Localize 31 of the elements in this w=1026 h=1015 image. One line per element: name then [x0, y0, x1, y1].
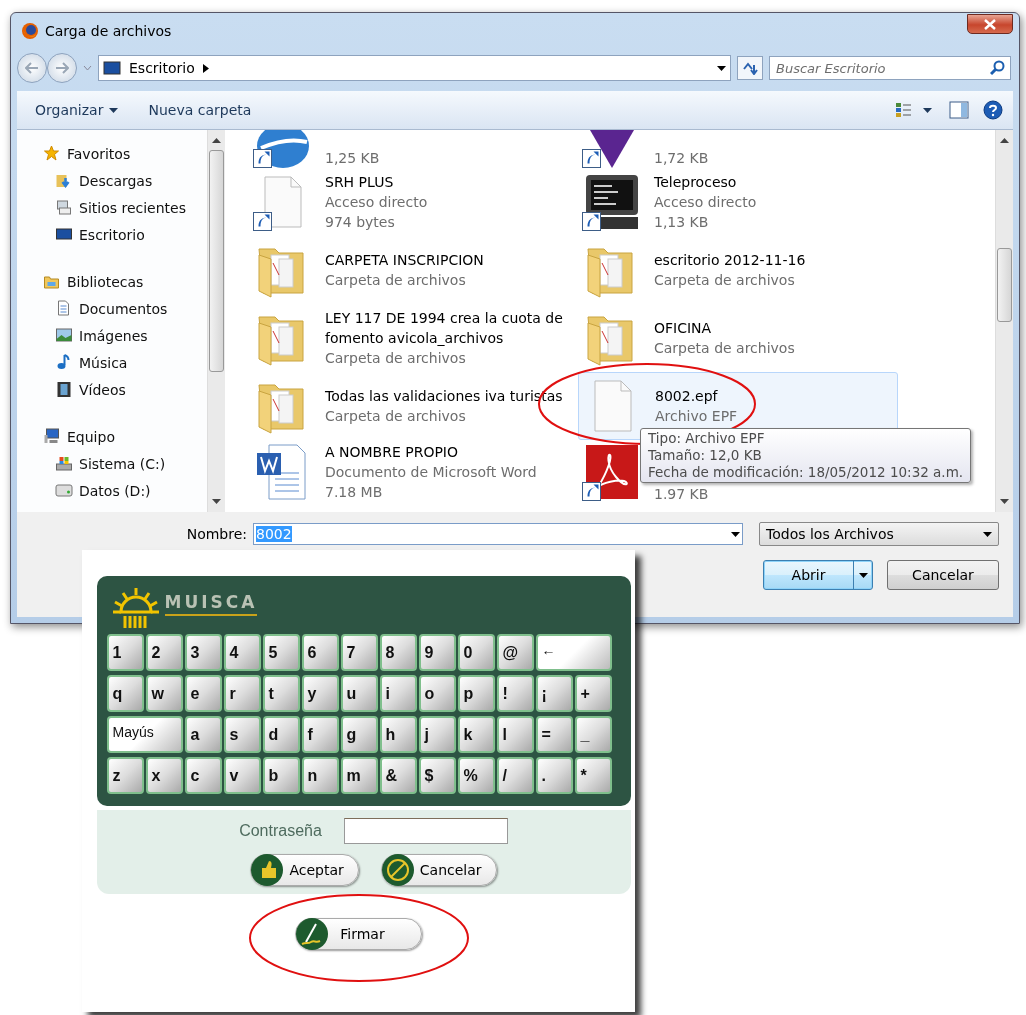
file-size: 1,72 KB — [654, 149, 709, 168]
window-title: Carga de archivos — [45, 23, 173, 39]
file-type: Carpeta de archivos — [325, 407, 467, 426]
file-name: 8002.epf — [655, 387, 719, 406]
file-name: A NOMBRE PROPIO — [325, 443, 459, 462]
tooltip-line: Fecha de modificación: 18/05/2012 10:32 a.m. — [648, 464, 964, 481]
file-type: Carpeta de archivos — [654, 339, 795, 358]
file-size: 1.97 KB — [654, 485, 709, 504]
file-type: Acceso directo — [654, 193, 757, 212]
file-size: 1,13 KB — [654, 213, 710, 232]
file-type: Acceso directo — [325, 193, 428, 212]
file-name: OFICINA — [654, 319, 713, 338]
password-label: Contraseña — [239, 822, 322, 840]
file-type: Archivo EPF — [655, 407, 738, 426]
file-type: Carpeta de archivos — [654, 271, 796, 290]
filename-value: 8002 — [256, 526, 292, 542]
file-size: 7.18 MB — [325, 483, 384, 502]
file-type: Carpeta de archivos — [325, 271, 467, 290]
file-name: SRH PLUS — [325, 173, 395, 192]
logo-text: MUISCA — [164, 592, 258, 616]
file-name: Teleproceso — [654, 173, 738, 192]
tooltip-line: Tamaño: 12,0 KB — [648, 447, 763, 464]
filename-label: Nombre: — [186, 526, 247, 542]
location-text: Escritorio — [129, 60, 195, 76]
file-name: CARPETA INSCRIPCION — [325, 251, 484, 270]
file-size: 974 bytes — [325, 213, 396, 232]
file-type: Documento de Microsoft Word — [325, 463, 537, 482]
file-type: Carpeta de archivos — [325, 349, 467, 368]
file-size: 1,25 KB — [325, 149, 380, 168]
file-name: LEY 117 DE 1994 crea la cuota de fomento avicola_archivos — [325, 309, 564, 348]
file-name: escritorio 2012-11-16 — [654, 251, 806, 270]
